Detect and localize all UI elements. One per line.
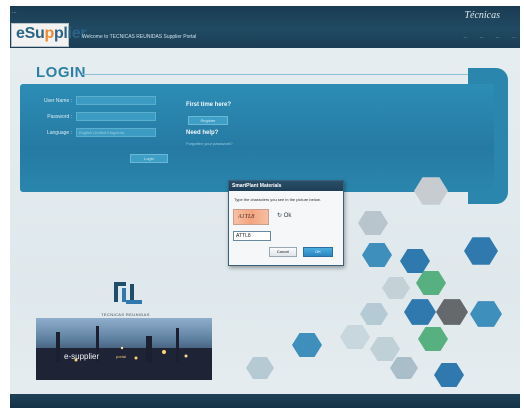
- tecnicas-brand: Técnicas: [464, 10, 500, 21]
- photo-subtitle: portal: [116, 354, 127, 359]
- esupplier-photo-title: e-supplier: [64, 352, 100, 361]
- top-link[interactable]: ...: [496, 34, 500, 40]
- hexagon: [246, 356, 274, 380]
- dialog-message: Type the characters you see in the pictu…: [234, 197, 321, 202]
- first-time-heading: First time here?: [186, 102, 232, 108]
- refinery-photo: e-supplier portal: [36, 318, 212, 380]
- company-name: TECNICAS REUNIDAS: [101, 312, 150, 317]
- hexagon: [390, 356, 418, 380]
- tecnicas-reunidas-logo-icon: [112, 278, 144, 308]
- top-link[interactable]: ...: [479, 34, 483, 40]
- register-button[interactable]: Register: [188, 116, 228, 125]
- hexagon: [370, 337, 400, 361]
- dialog-title-bar: SmartPlant Materials: [229, 181, 343, 191]
- captcha-image: A1TL8: [233, 209, 269, 225]
- dialog-title: SmartPlant Materials: [232, 183, 282, 189]
- language-select[interactable]: English (United Kingdom): [76, 128, 156, 137]
- captcha-text: A1TL8: [238, 214, 255, 220]
- hexagon: [470, 301, 502, 327]
- help-link[interactable]: Forgotten your password?: [186, 141, 232, 146]
- hexagon: [292, 333, 322, 357]
- login-button[interactable]: Login: [130, 154, 168, 163]
- need-help-heading: Need help?: [186, 130, 219, 136]
- header-top-text: ...: [12, 9, 17, 15]
- hexagon: [434, 363, 464, 387]
- hexagon: [416, 271, 446, 295]
- password-label: Password :: [47, 114, 72, 120]
- esupplier-logo: eSupplier: [11, 23, 87, 47]
- page-title: LOGIN: [36, 64, 86, 81]
- hexagon: [362, 243, 392, 267]
- hexagon: [382, 276, 410, 300]
- hexagon: [404, 299, 436, 325]
- captcha-dialog: SmartPlant Materials Type the characters…: [228, 180, 344, 266]
- hexagon: [358, 211, 388, 235]
- hexagon: [400, 249, 430, 273]
- top-link[interactable]: ...: [463, 34, 467, 40]
- header-bar: ... eSupplier Welcome to TECNICAS REUNID…: [10, 6, 520, 48]
- user-name-input[interactable]: [76, 96, 156, 105]
- hexagon: [340, 325, 370, 349]
- footer-bar: [10, 394, 520, 408]
- ok-button[interactable]: OK: [303, 247, 333, 257]
- hexagon: [436, 299, 468, 325]
- refresh-captcha[interactable]: ↻ Ok: [277, 212, 291, 219]
- user-name-label: User Name :: [43, 98, 72, 104]
- refresh-icon: ↻: [277, 213, 283, 219]
- top-links: ... ... ... ...: [463, 34, 516, 40]
- language-label: Language :: [46, 130, 72, 136]
- captcha-input[interactable]: ATTL8: [233, 231, 271, 241]
- welcome-text: Welcome to TECNICAS REUNIDAS Supplier Po…: [82, 34, 197, 40]
- title-divider: [82, 74, 482, 75]
- cancel-button[interactable]: Cancel: [269, 247, 297, 257]
- hexagon: [464, 237, 498, 265]
- hexagon: [418, 327, 448, 351]
- password-input[interactable]: [76, 112, 156, 121]
- top-link[interactable]: ...: [512, 34, 516, 40]
- hexagon: [360, 302, 388, 326]
- app-frame: ... eSupplier Welcome to TECNICAS REUNID…: [10, 6, 520, 408]
